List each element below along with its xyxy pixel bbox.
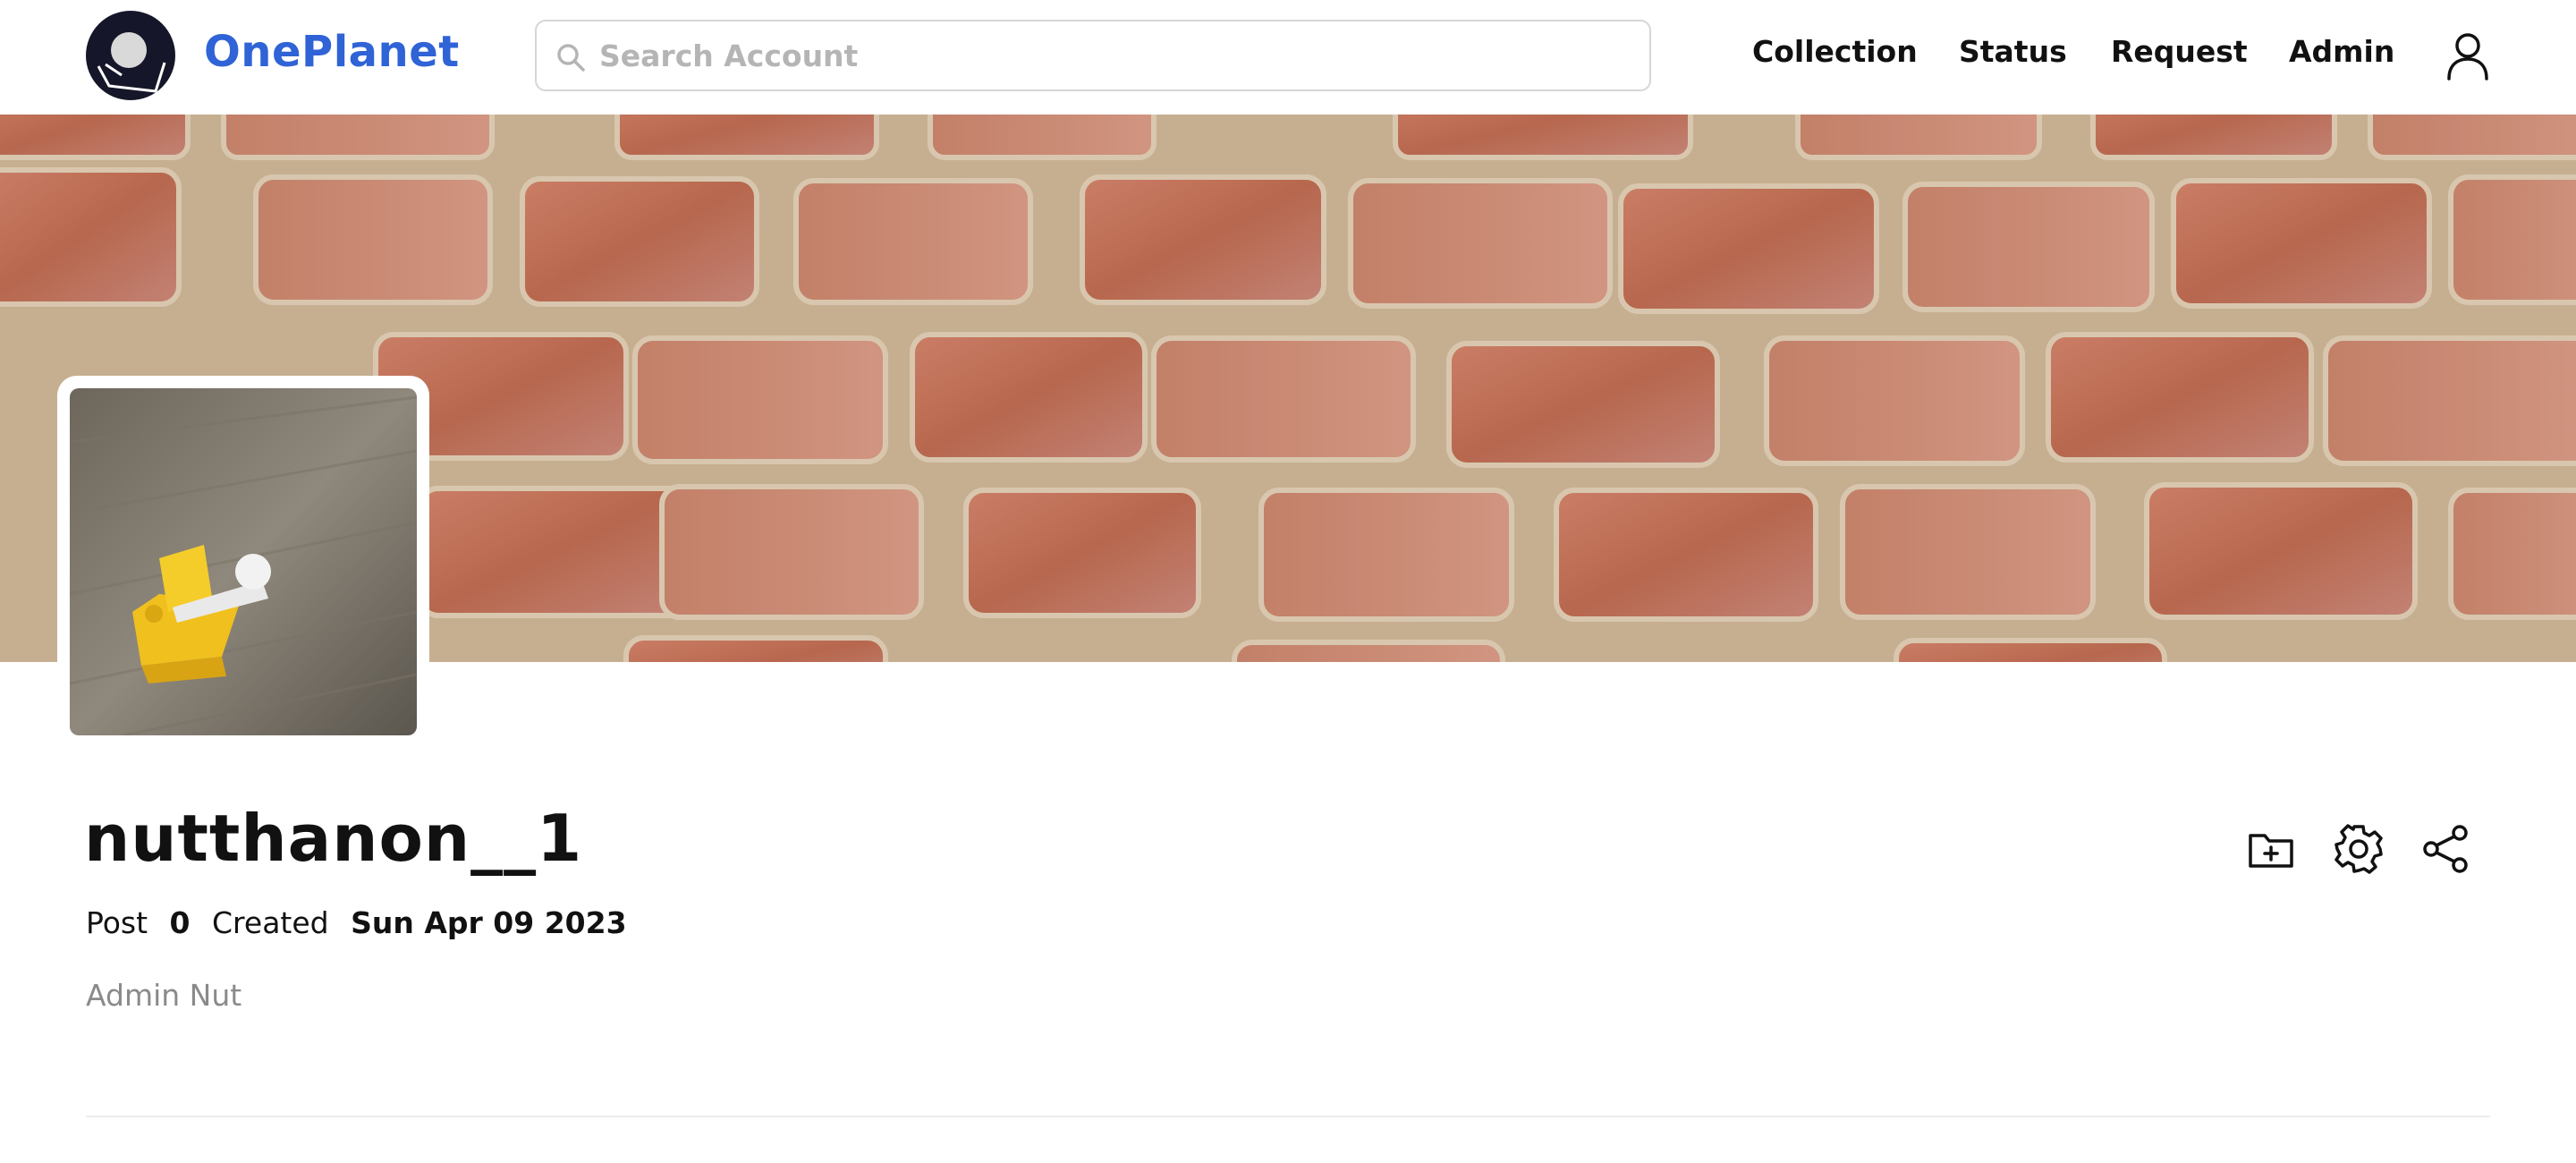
profile-username: nutthanon__1 (84, 801, 583, 876)
search-box[interactable] (535, 20, 1651, 91)
created-date: Sun Apr 09 2023 (351, 905, 627, 940)
nav-status[interactable]: Status (1959, 34, 2067, 69)
planet-logo-icon[interactable] (86, 11, 175, 100)
nav-collection[interactable]: Collection (1752, 34, 1918, 69)
avatar-frame (57, 376, 429, 748)
nav-admin[interactable]: Admin (2289, 34, 2394, 69)
created-label: Created (212, 905, 329, 940)
profile-bio: Admin Nut (86, 978, 242, 1013)
search-icon (557, 44, 585, 72)
avatar[interactable] (70, 388, 417, 735)
post-label: Post (86, 905, 148, 940)
navbar: OnePlanet Collection Status Request Admi… (0, 0, 2576, 115)
gear-icon[interactable] (2333, 823, 2385, 875)
user-icon[interactable] (2445, 32, 2490, 81)
post-count: 0 (169, 905, 191, 940)
brand-name[interactable]: OnePlanet (204, 27, 460, 77)
profile-meta: Post 0 Created Sun Apr 09 2023 (86, 905, 640, 940)
share-icon[interactable] (2420, 823, 2472, 875)
nav-request[interactable]: Request (2111, 34, 2248, 69)
search-input[interactable] (599, 32, 1628, 79)
folder-plus-icon[interactable] (2245, 823, 2297, 875)
content-divider (86, 1116, 2490, 1117)
